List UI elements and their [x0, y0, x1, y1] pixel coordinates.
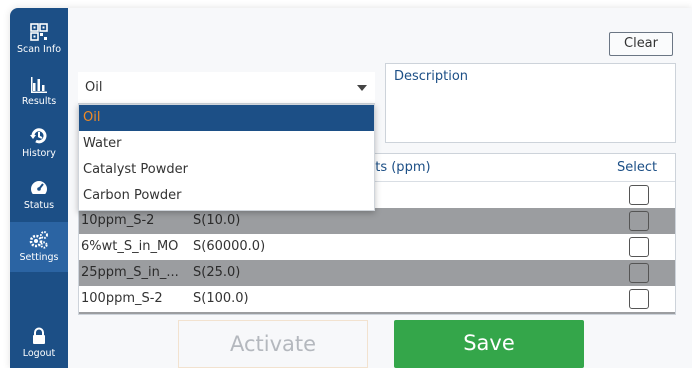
standard-elements: S(10.0) [193, 213, 241, 228]
qr-code-icon [30, 23, 48, 41]
table-row[interactable]: 25ppm_S_in_... S(25.0) [79, 260, 675, 286]
table-row[interactable]: 100ppm_S-2 S(100.0) [79, 286, 675, 312]
lock-icon [33, 327, 45, 344]
sidebar-item-status[interactable]: Status [10, 170, 68, 220]
dropdown-option-water[interactable]: Water [79, 131, 374, 157]
sidebar-item-label: Scan Info [16, 44, 62, 55]
standard-elements: S(25.0) [193, 265, 241, 280]
description-label: Description [394, 69, 469, 84]
gauge-icon [31, 181, 47, 197]
dropdown-option-label: Oil [83, 110, 101, 125]
table-row-partial [79, 312, 675, 314]
activate-button[interactable]: Activate [178, 320, 368, 368]
dropdown-option-label: Water [83, 136, 122, 151]
sidebar-item-label: Results [21, 96, 57, 107]
sidebar-item-results[interactable]: Results [10, 66, 68, 116]
dropdown-option-label: Catalyst Powder [83, 162, 188, 177]
select-column-header: Select [617, 160, 658, 175]
row-select-checkbox[interactable] [629, 185, 649, 205]
sidebar: Scan Info Results History Status Setting… [10, 8, 68, 368]
history-icon [30, 128, 47, 144]
settings-screen: Scan Info Results History Status Setting… [10, 8, 692, 368]
row-select-checkbox[interactable] [629, 289, 649, 309]
sidebar-item-label: History [22, 148, 56, 159]
row-select-checkbox[interactable] [629, 237, 649, 257]
save-button[interactable]: Save [394, 320, 584, 368]
dropdown-option-catalyst-powder[interactable]: Catalyst Powder [79, 157, 374, 183]
standard-name: 10ppm_S-2 [81, 213, 155, 228]
sidebar-item-history[interactable]: History [10, 118, 68, 168]
dropdown-option-oil[interactable]: Oil [79, 105, 374, 131]
standard-name: 100ppm_S-2 [81, 291, 163, 306]
standard-elements: S(100.0) [193, 291, 249, 306]
row-select-checkbox[interactable] [629, 211, 649, 231]
matrix-select[interactable]: Oil [78, 72, 375, 104]
gears-icon [29, 231, 48, 249]
caret-down-icon [357, 85, 367, 91]
standard-name: 25ppm_S_in_... [81, 265, 179, 280]
standard-name: 6%wt_S_in_MO [81, 239, 179, 254]
table-row[interactable]: 6%wt_S_in_MO S(60000.0) [79, 234, 675, 260]
main-content: Clear Description ents (ppm) Select 10pp… [68, 8, 692, 368]
row-select-checkbox[interactable] [629, 263, 649, 283]
sidebar-item-settings[interactable]: Settings [10, 222, 68, 272]
table-row[interactable]: 10ppm_S-2 S(10.0) [79, 208, 675, 234]
sidebar-item-label: Settings [19, 252, 59, 263]
matrix-select-value: Oil [85, 80, 103, 95]
dropdown-option-carbon-powder[interactable]: Carbon Powder [79, 183, 374, 209]
dropdown-option-label: Carbon Powder [83, 188, 182, 203]
description-field[interactable]: Description [385, 63, 676, 143]
clear-button[interactable]: Clear [609, 32, 673, 56]
sidebar-item-scan-info[interactable]: Scan Info [10, 14, 68, 64]
sidebar-item-label: Logout [22, 348, 56, 359]
sidebar-item-label: Status [23, 200, 55, 211]
matrix-dropdown-menu: Oil Water Catalyst Powder Carbon Powder [78, 104, 375, 211]
bar-chart-icon [31, 77, 47, 93]
standard-elements: S(60000.0) [193, 239, 266, 254]
sidebar-item-logout[interactable]: Logout [10, 318, 68, 368]
